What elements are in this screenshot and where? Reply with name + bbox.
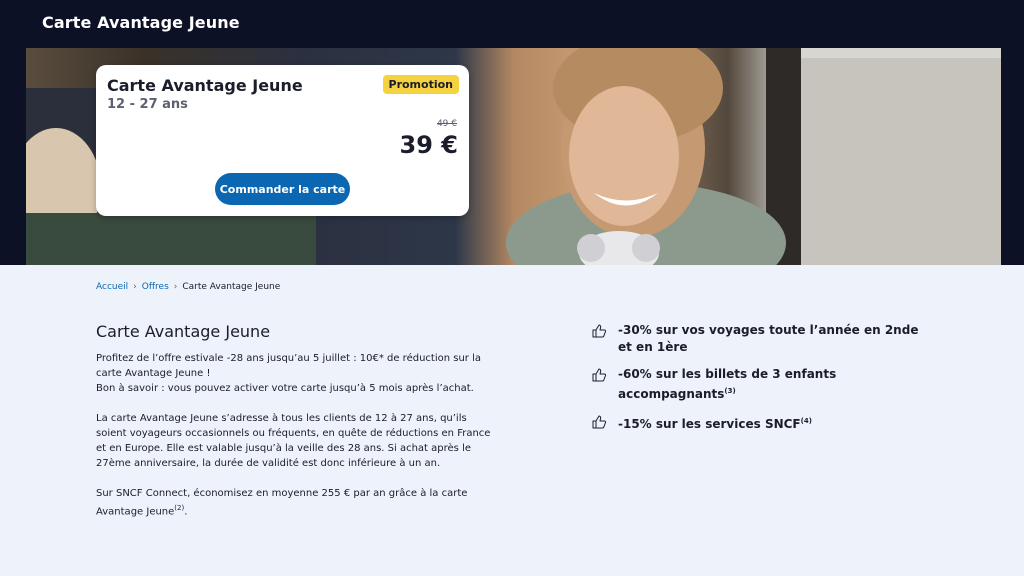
order-card-button[interactable]: Commander la carte: [215, 173, 350, 205]
promotion-badge: Promotion: [382, 75, 459, 94]
breadcrumb: Accueil › Offres › Carte Avantage Jeune: [96, 282, 280, 292]
benefit-item: -60% sur les billets de 3 enfants accomp…: [591, 366, 931, 403]
benefit-text: -15% sur les services SNCF: [618, 417, 801, 431]
benefit-item: -30% sur vos voyages toute l’année en 2n…: [591, 322, 931, 356]
footnote-ref: (4): [800, 417, 812, 425]
breadcrumb-home-link[interactable]: Accueil: [96, 282, 128, 292]
activation-text: Bon à savoir : vous pouvez activer votre…: [96, 383, 474, 394]
top-bar: Carte Avantage Jeune: [0, 0, 1024, 48]
offer-card: Carte Avantage Jeune 12 - 27 ans Promoti…: [96, 65, 469, 216]
hero-banner: Carte Avantage Jeune 12 - 27 ans Promoti…: [0, 48, 1024, 265]
breadcrumb-current: Carte Avantage Jeune: [182, 282, 281, 292]
benefit-text-wrap: -60% sur les billets de 3 enfants accomp…: [618, 366, 931, 403]
benefit-item: -15% sur les services SNCF(4): [591, 413, 931, 433]
thumbs-up-icon: [592, 415, 607, 429]
main-title: Carte Avantage Jeune: [96, 322, 271, 341]
benefit-text: -60% sur les billets de 3 enfants accomp…: [618, 367, 837, 401]
offer-card-title: Carte Avantage Jeune: [107, 76, 303, 95]
footnote-ref: (3): [724, 387, 736, 395]
benefit-text: -30% sur vos voyages toute l’année en 2n…: [618, 323, 919, 354]
description-promo: Profitez de l’offre estivale -28 ans jus…: [96, 351, 496, 396]
breadcrumb-separator: ›: [133, 282, 137, 292]
description: Profitez de l’offre estivale -28 ans jus…: [96, 351, 496, 534]
old-price: 49 €: [436, 119, 457, 129]
benefit-text-wrap: -15% sur les services SNCF(4): [618, 413, 812, 433]
description-savings: Sur SNCF Connect, économisez en moyenne …: [96, 488, 468, 518]
footnote-ref: (2): [174, 504, 185, 512]
thumbs-up-icon: [592, 368, 607, 382]
savings-text: Sur SNCF Connect, économisez en moyenne …: [96, 488, 468, 518]
breadcrumb-offers-link[interactable]: Offres: [142, 282, 169, 292]
thumbs-up-icon: [592, 324, 607, 338]
benefits-list: -30% sur vos voyages toute l’année en 2n…: [591, 322, 931, 443]
current-price: 39 €: [399, 131, 458, 159]
description-eligibility: La carte Avantage Jeune s’adresse à tous…: [96, 413, 491, 469]
promo-text: Profitez de l’offre estivale -28 ans jus…: [96, 353, 481, 379]
breadcrumb-separator: ›: [173, 282, 178, 292]
page-header-title: Carte Avantage Jeune: [42, 13, 240, 32]
offer-card-age-range: 12 - 27 ans: [107, 97, 188, 112]
